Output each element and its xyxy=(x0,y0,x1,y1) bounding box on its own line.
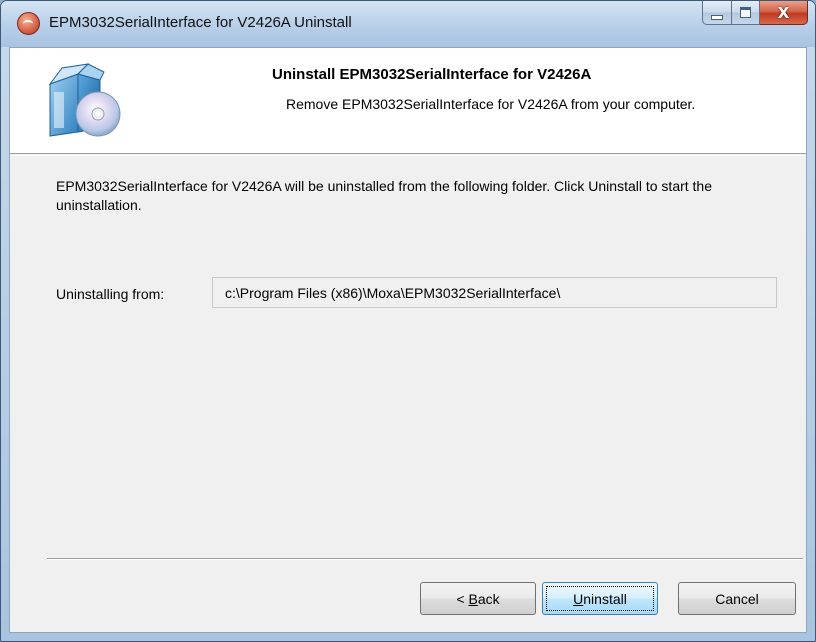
uninstall-button[interactable]: Uninstall xyxy=(542,582,658,615)
caption-buttons: X xyxy=(702,1,808,25)
back-button-accel: B xyxy=(468,590,478,607)
button-separator xyxy=(47,558,803,560)
back-button-label: ack xyxy=(477,590,500,607)
installer-box-cd-icon xyxy=(48,63,121,137)
uninstall-window: EPM3032SerialInterface for V2426A Uninst… xyxy=(0,0,816,642)
uninstall-button-label: ninstall xyxy=(583,590,627,607)
description-text: EPM3032SerialInterface for V2426A will b… xyxy=(56,178,713,213)
cancel-button[interactable]: Cancel xyxy=(678,582,796,615)
uninstall-from-label: Uninstalling from: xyxy=(56,286,165,302)
back-button[interactable]: < Back xyxy=(420,582,536,615)
window-title: EPM3032SerialInterface for V2426A Uninst… xyxy=(49,14,352,31)
maximize-icon xyxy=(740,7,751,18)
back-button-prefix: < xyxy=(456,590,469,607)
dialog-client-area: Uninstall EPM3032SerialInterface for V24… xyxy=(9,47,807,633)
close-button[interactable]: X xyxy=(760,1,808,25)
maximize-button[interactable] xyxy=(732,1,760,25)
uninstall-path-field[interactable]: c:\Program Files (x86)\Moxa\EPM3032Seria… xyxy=(212,277,777,308)
header-banner: Uninstall EPM3032SerialInterface for V24… xyxy=(10,48,806,156)
minimize-icon xyxy=(711,14,723,20)
minimize-button[interactable] xyxy=(702,1,732,25)
uninstall-button-accel: U xyxy=(573,590,584,607)
banner-subtitle: Remove EPM3032SerialInterface for V2426A… xyxy=(286,96,696,112)
banner-title: Uninstall EPM3032SerialInterface for V24… xyxy=(272,66,592,83)
app-icon[interactable] xyxy=(17,12,40,35)
title-bar[interactable]: EPM3032SerialInterface for V2426A Uninst… xyxy=(1,1,815,47)
close-icon: X xyxy=(777,3,790,22)
